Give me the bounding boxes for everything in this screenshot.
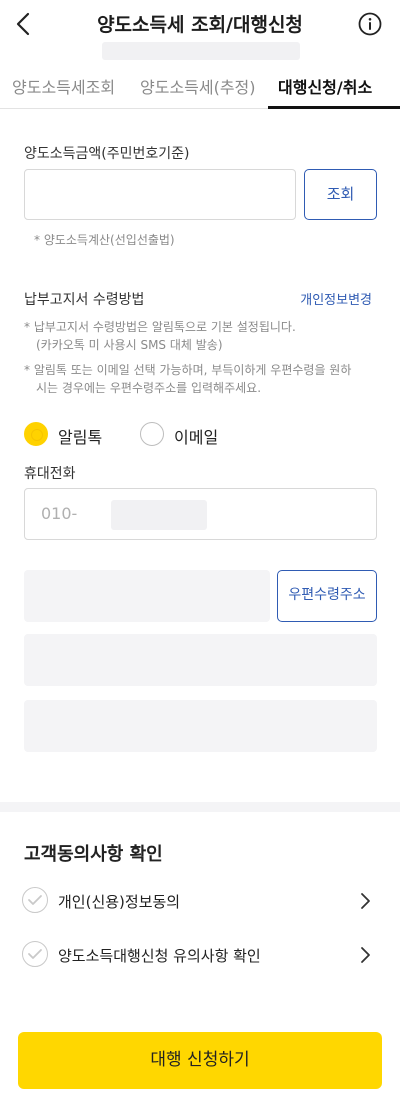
redacted-phone-number (111, 500, 207, 530)
page-title: 양도소득세 조회/대행신청 (97, 14, 303, 36)
delivery-note-2: * 알림톡 또는 이메일 선택 가능하며, 부득이하게 우편수령을 원하 시는 … (24, 361, 351, 397)
consent-item-proxy-notice[interactable]: 양도소득대행신청 유의사항 확인 (22, 940, 378, 970)
change-personal-info-link[interactable]: 개인정보변경 (300, 289, 372, 308)
tab-proxy-request[interactable]: 대행신청/취소 (278, 74, 372, 98)
mail-address-button[interactable]: 우편수령주소 (277, 570, 377, 622)
radio-email[interactable]: 이메일 (140, 420, 250, 448)
check-circle-icon (22, 887, 48, 913)
phone-label: 휴대전화 (24, 466, 76, 482)
info-icon (358, 12, 382, 36)
active-tab-indicator (268, 106, 400, 109)
delivery-method-label: 납부고지서 수령방법 (24, 292, 145, 308)
radio-unselected-icon (140, 422, 164, 446)
radio-email-label: 이메일 (174, 428, 219, 447)
chevron-right-icon (361, 947, 370, 963)
redacted-subtitle (102, 42, 300, 60)
app-header: 양도소득세 조회/대행신청 (0, 0, 400, 48)
consent-section-title: 고객동의사항 확인 (24, 844, 163, 865)
submit-proxy-request-button[interactable]: 대행 신청하기 (18, 1032, 382, 1089)
lookup-button[interactable]: 조회 (304, 169, 377, 220)
delivery-note-2-line-2: 시는 경우에는 우편수령주소를 입력해주세요. (36, 381, 262, 395)
consent-item-label: 양도소득대행신청 유의사항 확인 (58, 947, 261, 965)
phone-field[interactable]: 010- (24, 488, 377, 540)
delivery-note-1: * 납부고지서 수령방법은 알림톡으로 기본 설정됩니다. (카카오톡 미 사용… (24, 318, 296, 354)
address-line-1-field[interactable] (24, 634, 377, 686)
consent-item-label: 개인(신용)정보동의 (58, 893, 181, 911)
consent-item-personal-info[interactable]: 개인(신용)정보동의 (22, 886, 378, 916)
zip-code-field[interactable] (24, 570, 270, 622)
income-amount-label: 양도소득금액(주민번호기준) (24, 146, 190, 162)
delivery-note-1-line-1: * 납부고지서 수령방법은 알림톡으로 기본 설정됩니다. (24, 320, 296, 334)
delivery-note-2-line-1: * 알림톡 또는 이메일 선택 가능하며, 부득이하게 우편수령을 원하 (24, 363, 352, 377)
tab-bar: 양도소득세조회 양도소득세(추정) 대행신청/취소 (0, 64, 400, 109)
delivery-note-1-line-2: (카카오톡 미 사용시 SMS 대체 발송) (36, 338, 223, 352)
income-lookup-input[interactable] (24, 169, 296, 220)
radio-kakao-label: 알림톡 (58, 428, 103, 447)
radio-kakao-alimtalk[interactable]: 알림톡 (24, 420, 134, 448)
check-circle-icon (22, 941, 48, 967)
chevron-right-icon (361, 893, 370, 909)
radio-selected-icon (24, 422, 48, 446)
section-divider (0, 802, 400, 812)
info-button[interactable] (358, 12, 382, 36)
lookup-note: * 양도소득계산(선입선출법) (34, 233, 175, 247)
tab-tax-estimate[interactable]: 양도소득세(추정) (140, 74, 256, 98)
tab-tax-inquiry[interactable]: 양도소득세조회 (12, 74, 115, 98)
address-line-2-field[interactable] (24, 700, 377, 752)
phone-value: 010- (41, 504, 78, 523)
